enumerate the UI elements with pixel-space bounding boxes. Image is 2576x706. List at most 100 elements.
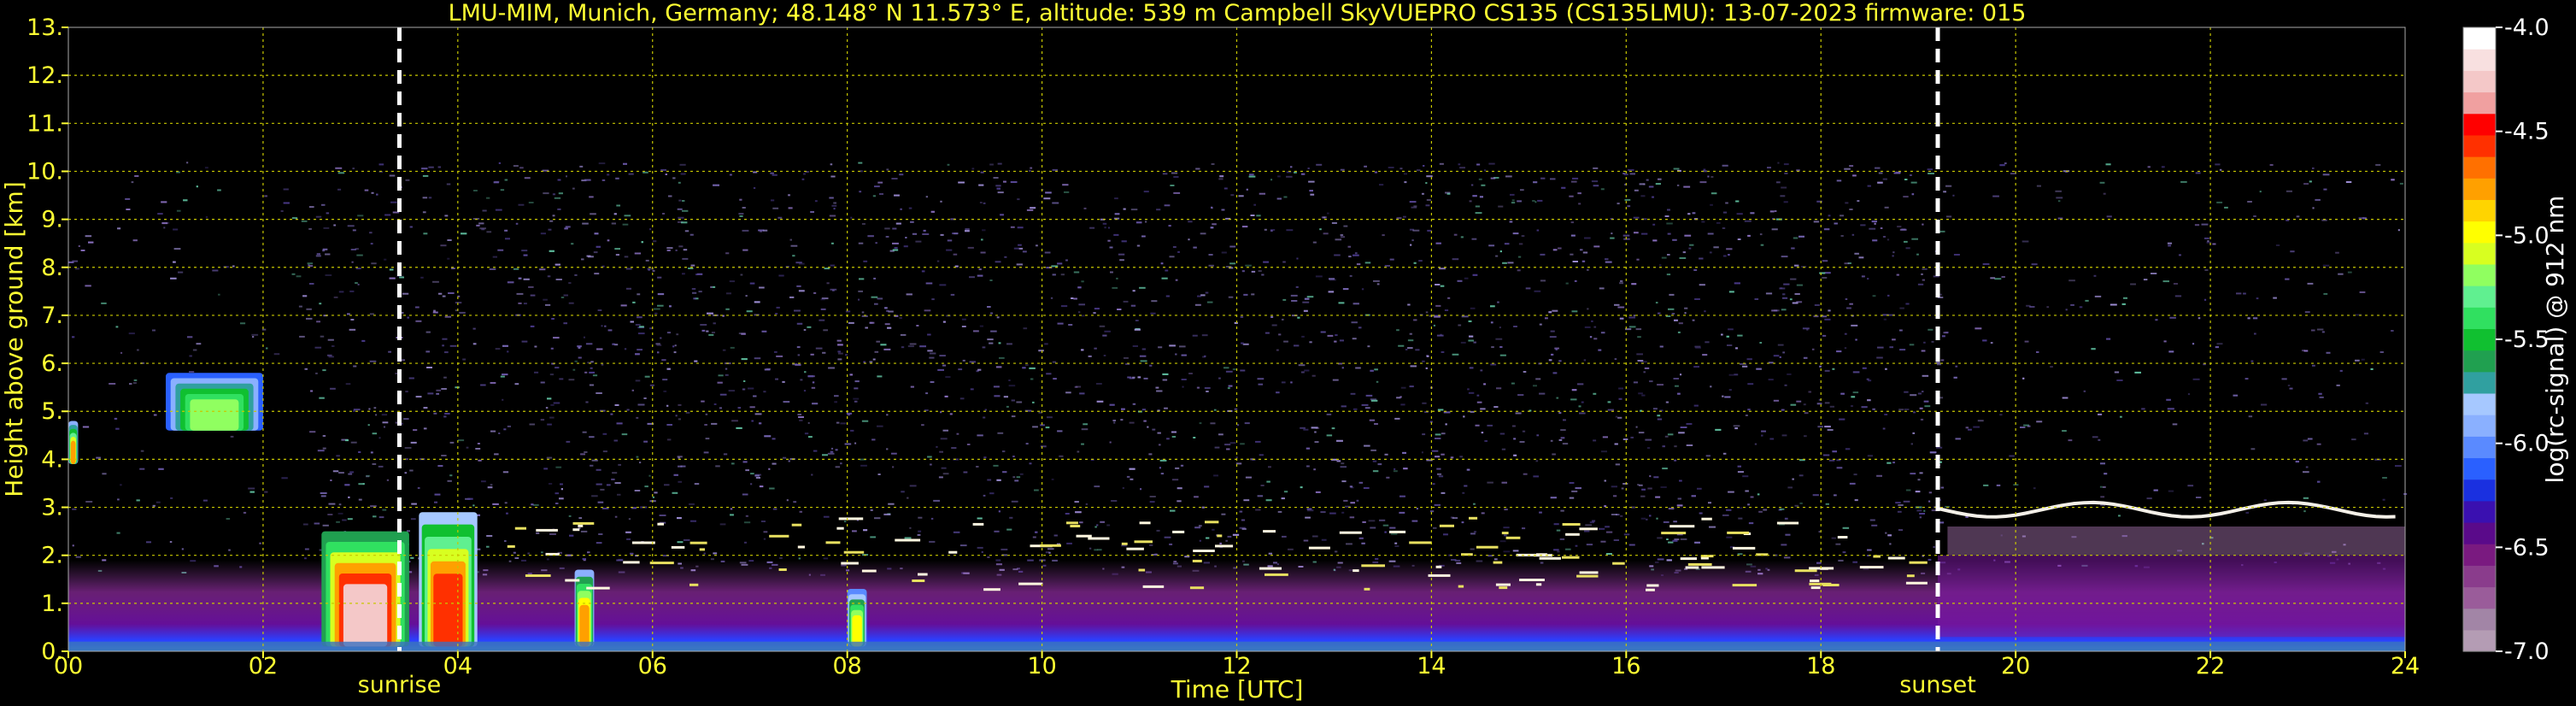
noise-speck (1439, 268, 1446, 270)
noise-speck (833, 202, 836, 204)
noise-speck (1523, 371, 1527, 373)
noise-speck (672, 491, 678, 494)
noise-speck (594, 273, 600, 275)
noise-speck (2027, 425, 2031, 427)
noise-speck (997, 162, 1002, 165)
noise-speck (1992, 195, 1999, 197)
noise-speck (1349, 485, 1353, 488)
noise-speck (1882, 427, 1886, 430)
noise-speck (2263, 499, 2267, 502)
noise-speck (1224, 444, 1231, 446)
noise-speck (1111, 500, 1118, 502)
noise-speck (2215, 346, 2219, 349)
noise-speck (455, 302, 462, 304)
noise-speck (729, 280, 735, 283)
colorbar-segment (2463, 350, 2496, 373)
noise-speck (582, 431, 587, 433)
cloud-fragment (843, 550, 865, 554)
noise-speck (574, 360, 578, 362)
noise-speck (371, 191, 374, 194)
noise-speck (366, 474, 371, 477)
noise-speck (443, 415, 447, 418)
noise-speck (614, 248, 620, 250)
noise-speck (2004, 162, 2007, 165)
noise-speck (1569, 497, 1575, 499)
noise-speck (351, 261, 354, 263)
noise-speck (1586, 544, 1593, 546)
noise-speck (666, 332, 671, 334)
noise-speck (2093, 274, 2097, 277)
noise-speck (1897, 510, 1902, 513)
cloud-fragment (699, 548, 705, 551)
noise-speck (1353, 408, 1358, 410)
noise-speck (315, 372, 318, 374)
noise-speck (1171, 172, 1178, 174)
noise-speck (1511, 425, 1516, 427)
noise-speck (1844, 262, 1850, 265)
noise-speck (1702, 354, 1708, 356)
noise-speck (2172, 423, 2178, 426)
noise-speck (1349, 516, 1355, 519)
noise-speck (815, 347, 823, 350)
noise-speck (1748, 522, 1754, 525)
noise-speck (664, 484, 670, 486)
noise-speck (1593, 185, 1599, 187)
noise-speck (759, 286, 765, 289)
noise-speck (1513, 438, 1517, 440)
noise-speck (1965, 427, 1969, 429)
noise-speck (1132, 290, 1135, 292)
noise-speck (751, 420, 754, 422)
noise-speck (909, 527, 912, 529)
noise-speck (1276, 349, 1279, 351)
noise-speck (1633, 216, 1640, 219)
noise-speck (728, 390, 735, 392)
noise-speck (1693, 404, 1699, 407)
noise-speck (1827, 429, 1834, 431)
noise-speck (1014, 479, 1019, 482)
noise-speck (358, 451, 361, 453)
noise-speck (1892, 251, 1895, 254)
noise-speck (1904, 391, 1909, 393)
noise-speck (705, 413, 708, 415)
noise-speck (1641, 394, 1646, 397)
noise-speck (420, 276, 424, 279)
noise-speck (1990, 277, 1996, 279)
noise-speck (1389, 527, 1396, 529)
cloud-fragment (861, 569, 877, 573)
noise-speck (654, 312, 658, 315)
noise-speck (1511, 202, 1516, 204)
noise-speck (1436, 468, 1441, 470)
noise-speck (1522, 430, 1526, 432)
noise-speck (1657, 537, 1663, 539)
noise-speck (1394, 545, 1399, 547)
noise-speck (1255, 440, 1261, 443)
noise-speck (1771, 309, 1778, 312)
noise-speck (961, 326, 966, 327)
noise-speck (886, 448, 889, 450)
noise-speck (1844, 168, 1851, 170)
noise-speck (1787, 486, 1793, 489)
noise-speck (495, 348, 501, 350)
noise-speck (657, 351, 660, 354)
noise-speck (834, 395, 839, 397)
cloud-fragment (1361, 564, 1385, 568)
noise-speck (298, 305, 302, 308)
noise-speck (610, 413, 613, 415)
noise-speck (1342, 288, 1349, 291)
noise-speck (1726, 335, 1729, 338)
noise-speck (1199, 422, 1202, 425)
noise-speck (1097, 549, 1102, 551)
noise-speck (615, 254, 619, 256)
colorbar-segment (2463, 629, 2496, 652)
noise-speck (1662, 468, 1668, 470)
noise-speck (705, 438, 710, 440)
noise-speck (1560, 429, 1566, 432)
noise-speck (1555, 348, 1558, 350)
noise-speck (691, 288, 696, 290)
noise-speck (486, 545, 490, 548)
noise-speck (582, 558, 586, 560)
noise-speck (1470, 532, 1476, 535)
noise-speck (2155, 319, 2158, 321)
noise-speck (1018, 244, 1022, 246)
noise-speck (1129, 468, 1135, 470)
